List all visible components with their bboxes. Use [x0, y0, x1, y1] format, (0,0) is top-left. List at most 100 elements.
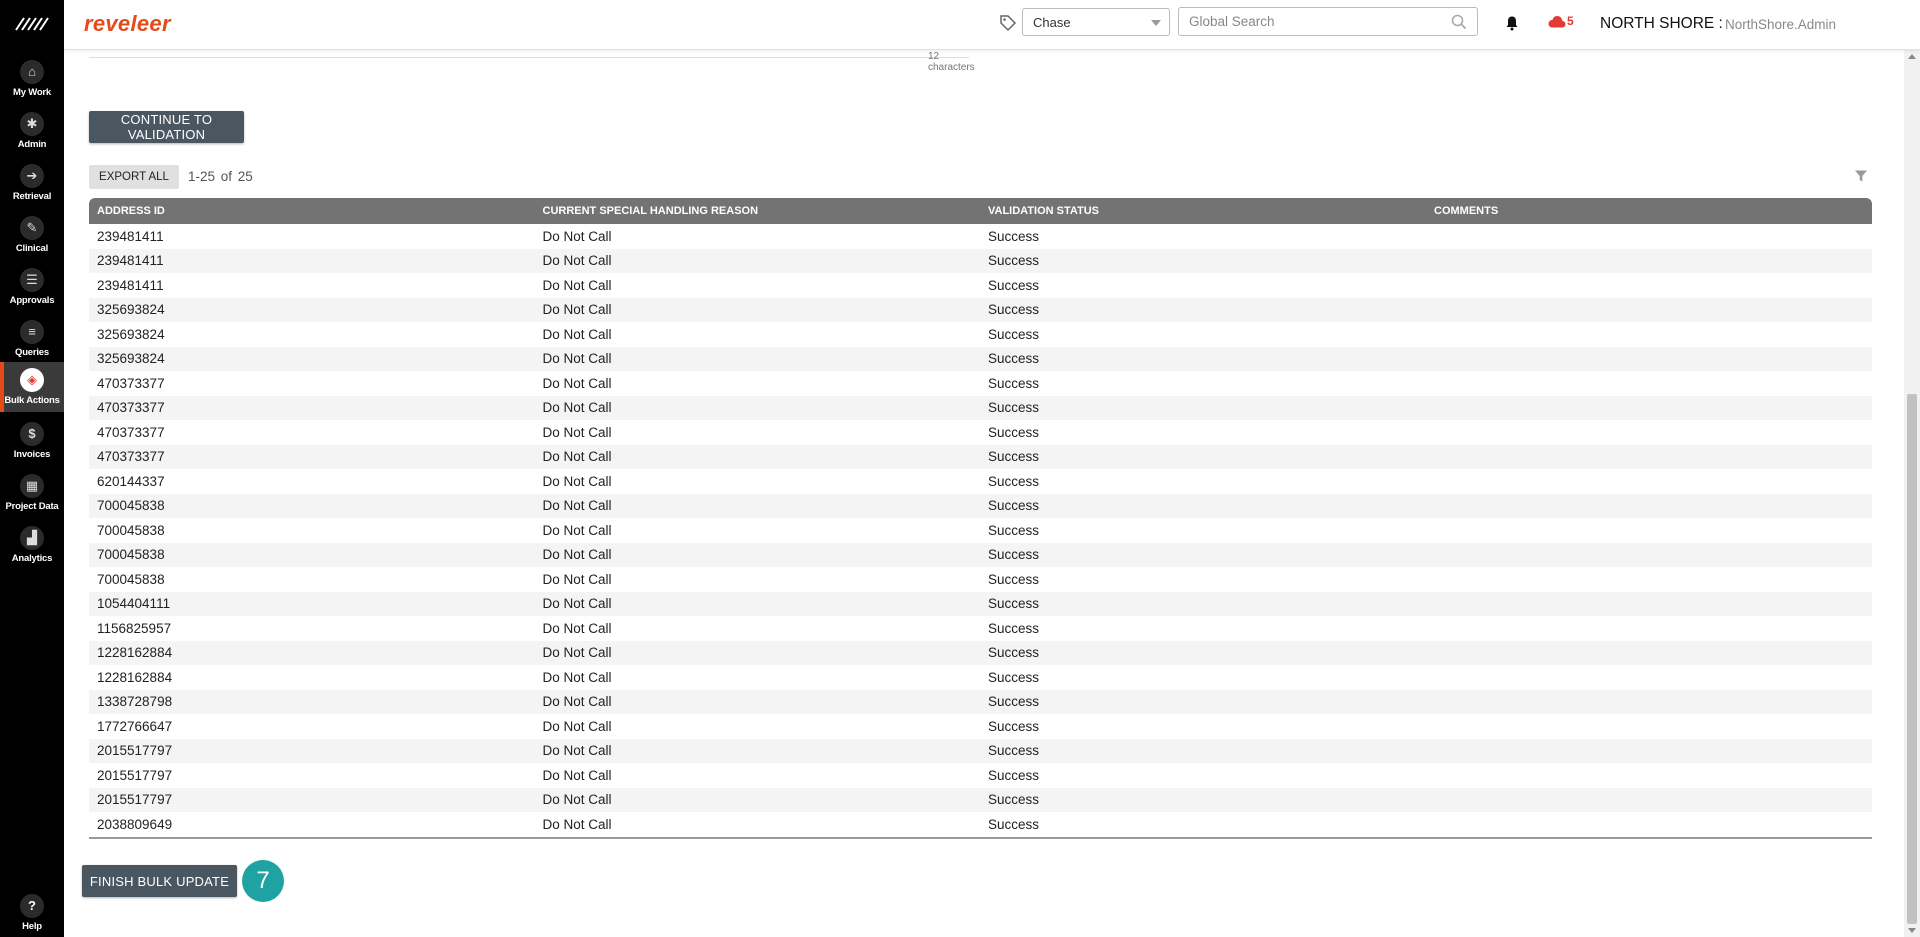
- sidebar-item-queries[interactable]: ≡ Queries: [0, 314, 64, 364]
- table-cell: Do Not Call: [542, 228, 612, 244]
- table-cell: Do Not Call: [542, 522, 612, 538]
- table-cell: 1338728798: [97, 694, 173, 710]
- help-icon: ?: [20, 894, 44, 918]
- tag-icon: [1000, 15, 1017, 32]
- sidebar-item-label: Bulk Actions: [4, 395, 60, 406]
- table-row: 470373377 Do Not Call Success: [89, 395, 1872, 420]
- table-row: 325693824 Do Not Call Success: [89, 322, 1872, 347]
- help-button[interactable]: ? Help: [0, 888, 64, 932]
- table-cell: Success: [988, 228, 1040, 244]
- column-header[interactable]: VALIDATION STATUS: [980, 205, 1426, 217]
- cloud-count: 5: [1567, 14, 1574, 28]
- table-row: 2015517797 Do Not Call Success: [89, 763, 1872, 788]
- table-row: 1772766647 Do Not Call Success: [89, 714, 1872, 739]
- table-cell: Success: [988, 694, 1040, 710]
- table-cell: Success: [988, 277, 1040, 293]
- column-header[interactable]: COMMENTS: [1426, 205, 1872, 217]
- table-cell: Do Not Call: [542, 694, 612, 710]
- table-cell: Success: [988, 767, 1040, 783]
- table-cell: 2015517797: [97, 767, 173, 783]
- table-cell: Do Not Call: [542, 547, 612, 563]
- table-cell: Success: [988, 620, 1040, 636]
- sidebar-item-label: Queries: [15, 347, 49, 358]
- table-cell: Do Not Call: [542, 351, 612, 367]
- table-row: 1228162884 Do Not Call Success: [89, 640, 1872, 665]
- table-row: 620144337 Do Not Call Success: [89, 469, 1872, 494]
- table-cell: Do Not Call: [542, 302, 612, 318]
- bell-icon[interactable]: [1504, 15, 1520, 31]
- sidebar-item-approvals[interactable]: ☰ Approvals: [0, 262, 64, 312]
- table-cell: Do Not Call: [542, 473, 612, 489]
- table-row: 239481411 Do Not Call Success: [89, 273, 1872, 298]
- sidebar-item-analytics[interactable]: ▟ Analytics: [0, 520, 64, 570]
- table-row: 1228162884 Do Not Call Success: [89, 665, 1872, 690]
- sidebar-item-retrieval[interactable]: ➔ Retrieval: [0, 158, 64, 208]
- table-cell: 700045838: [97, 498, 165, 514]
- scroll-down-icon[interactable]: [1908, 928, 1916, 933]
- sidebar-item-my-work[interactable]: ⌂ My Work: [0, 54, 64, 104]
- sidebar-item-invoices[interactable]: $ Invoices: [0, 416, 64, 466]
- clipboard-icon: ✎: [20, 216, 44, 240]
- cloud-notifications[interactable]: 5: [1548, 14, 1574, 28]
- table-cell: Do Not Call: [542, 816, 612, 832]
- table-cell: Do Not Call: [542, 792, 612, 808]
- scroll-thumb[interactable]: [1907, 394, 1917, 924]
- table-row: 470373377 Do Not Call Success: [89, 444, 1872, 469]
- table-cell: 239481411: [97, 228, 164, 244]
- dollar-icon: $: [20, 422, 44, 446]
- table-cell: Do Not Call: [542, 767, 612, 783]
- vertical-scrollbar[interactable]: [1904, 50, 1920, 937]
- export-all-button[interactable]: EXPORT ALL: [89, 165, 179, 189]
- finish-bulk-update-button[interactable]: FINISH BULK UPDATE: [82, 865, 237, 897]
- table-row: 325693824 Do Not Call Success: [89, 297, 1872, 322]
- home-icon: ⌂: [20, 60, 44, 84]
- table-row: 700045838 Do Not Call Success: [89, 493, 1872, 518]
- continue-to-validation-button[interactable]: CONTINUE TO VALIDATION: [89, 111, 244, 143]
- filter-icon[interactable]: [1854, 169, 1868, 183]
- global-search: [1178, 7, 1478, 36]
- sidebar-item-label: Admin: [17, 139, 47, 150]
- table-cell: 239481411: [97, 277, 164, 293]
- main-content: 12 characters CONTINUE TO VALIDATION EXP…: [64, 50, 1904, 937]
- table-row: 1338728798 Do Not Call Success: [89, 689, 1872, 714]
- sidebar-item-bulk-actions[interactable]: ◈ Bulk Actions: [0, 362, 64, 412]
- cloud-icon: [1548, 15, 1566, 27]
- global-search-input[interactable]: [1179, 8, 1429, 35]
- table-cell: Do Not Call: [542, 571, 612, 587]
- brand-logo[interactable]: reveleer: [84, 11, 171, 37]
- sidebar-item-label: Invoices: [13, 449, 51, 460]
- org-name: NORTH SHORE :: [1600, 15, 1723, 32]
- table-row: 470373377 Do Not Call Success: [89, 371, 1872, 396]
- table-cell: 1054404111: [97, 596, 171, 612]
- column-header[interactable]: ADDRESS ID: [89, 205, 535, 217]
- table-cell: Success: [988, 375, 1040, 391]
- column-header[interactable]: CURRENT SPECIAL HANDLING REASON: [535, 205, 981, 217]
- sidebar-item-project-data[interactable]: ▦ Project Data: [0, 468, 64, 518]
- app-logo-icon[interactable]: [14, 14, 50, 34]
- table-cell: Success: [988, 253, 1040, 269]
- table-cell: 1228162884: [97, 645, 173, 661]
- layers-icon: ◈: [20, 368, 44, 392]
- table-row: 700045838 Do Not Call Success: [89, 542, 1872, 567]
- scroll-up-icon[interactable]: [1908, 54, 1916, 59]
- sidebar-item-clinical[interactable]: ✎ Clinical: [0, 210, 64, 260]
- table-cell: 470373377: [97, 375, 165, 391]
- sidebar: ⌂ My Work ✱ Admin ➔ Retrieval ✎ Clinical ☰ Approv…: [0, 0, 64, 937]
- table-cell: Do Not Call: [542, 498, 612, 514]
- table-cell: Success: [988, 596, 1040, 612]
- user-name[interactable]: NorthShore.Admin: [1725, 17, 1836, 32]
- table-cell: 620144337: [97, 473, 165, 489]
- table-cell: Success: [988, 522, 1040, 538]
- sidebar-item-admin[interactable]: ✱ Admin: [0, 106, 64, 156]
- table-cell: Success: [988, 743, 1040, 759]
- table-row: 239481411 Do Not Call Success: [89, 248, 1872, 273]
- grid-icon: ▦: [20, 474, 44, 498]
- table-cell: 700045838: [97, 522, 165, 538]
- search-icon[interactable]: [1451, 14, 1467, 30]
- table-row: 1054404111 Do Not Call Success: [89, 591, 1872, 616]
- sidebar-item-label: Clinical: [15, 243, 49, 254]
- sidebar-item-label: Analytics: [11, 553, 53, 564]
- chase-select[interactable]: Chase: [1022, 8, 1170, 36]
- pagination-info: 1-25 of 25: [188, 169, 253, 184]
- table-cell: Success: [988, 424, 1040, 440]
